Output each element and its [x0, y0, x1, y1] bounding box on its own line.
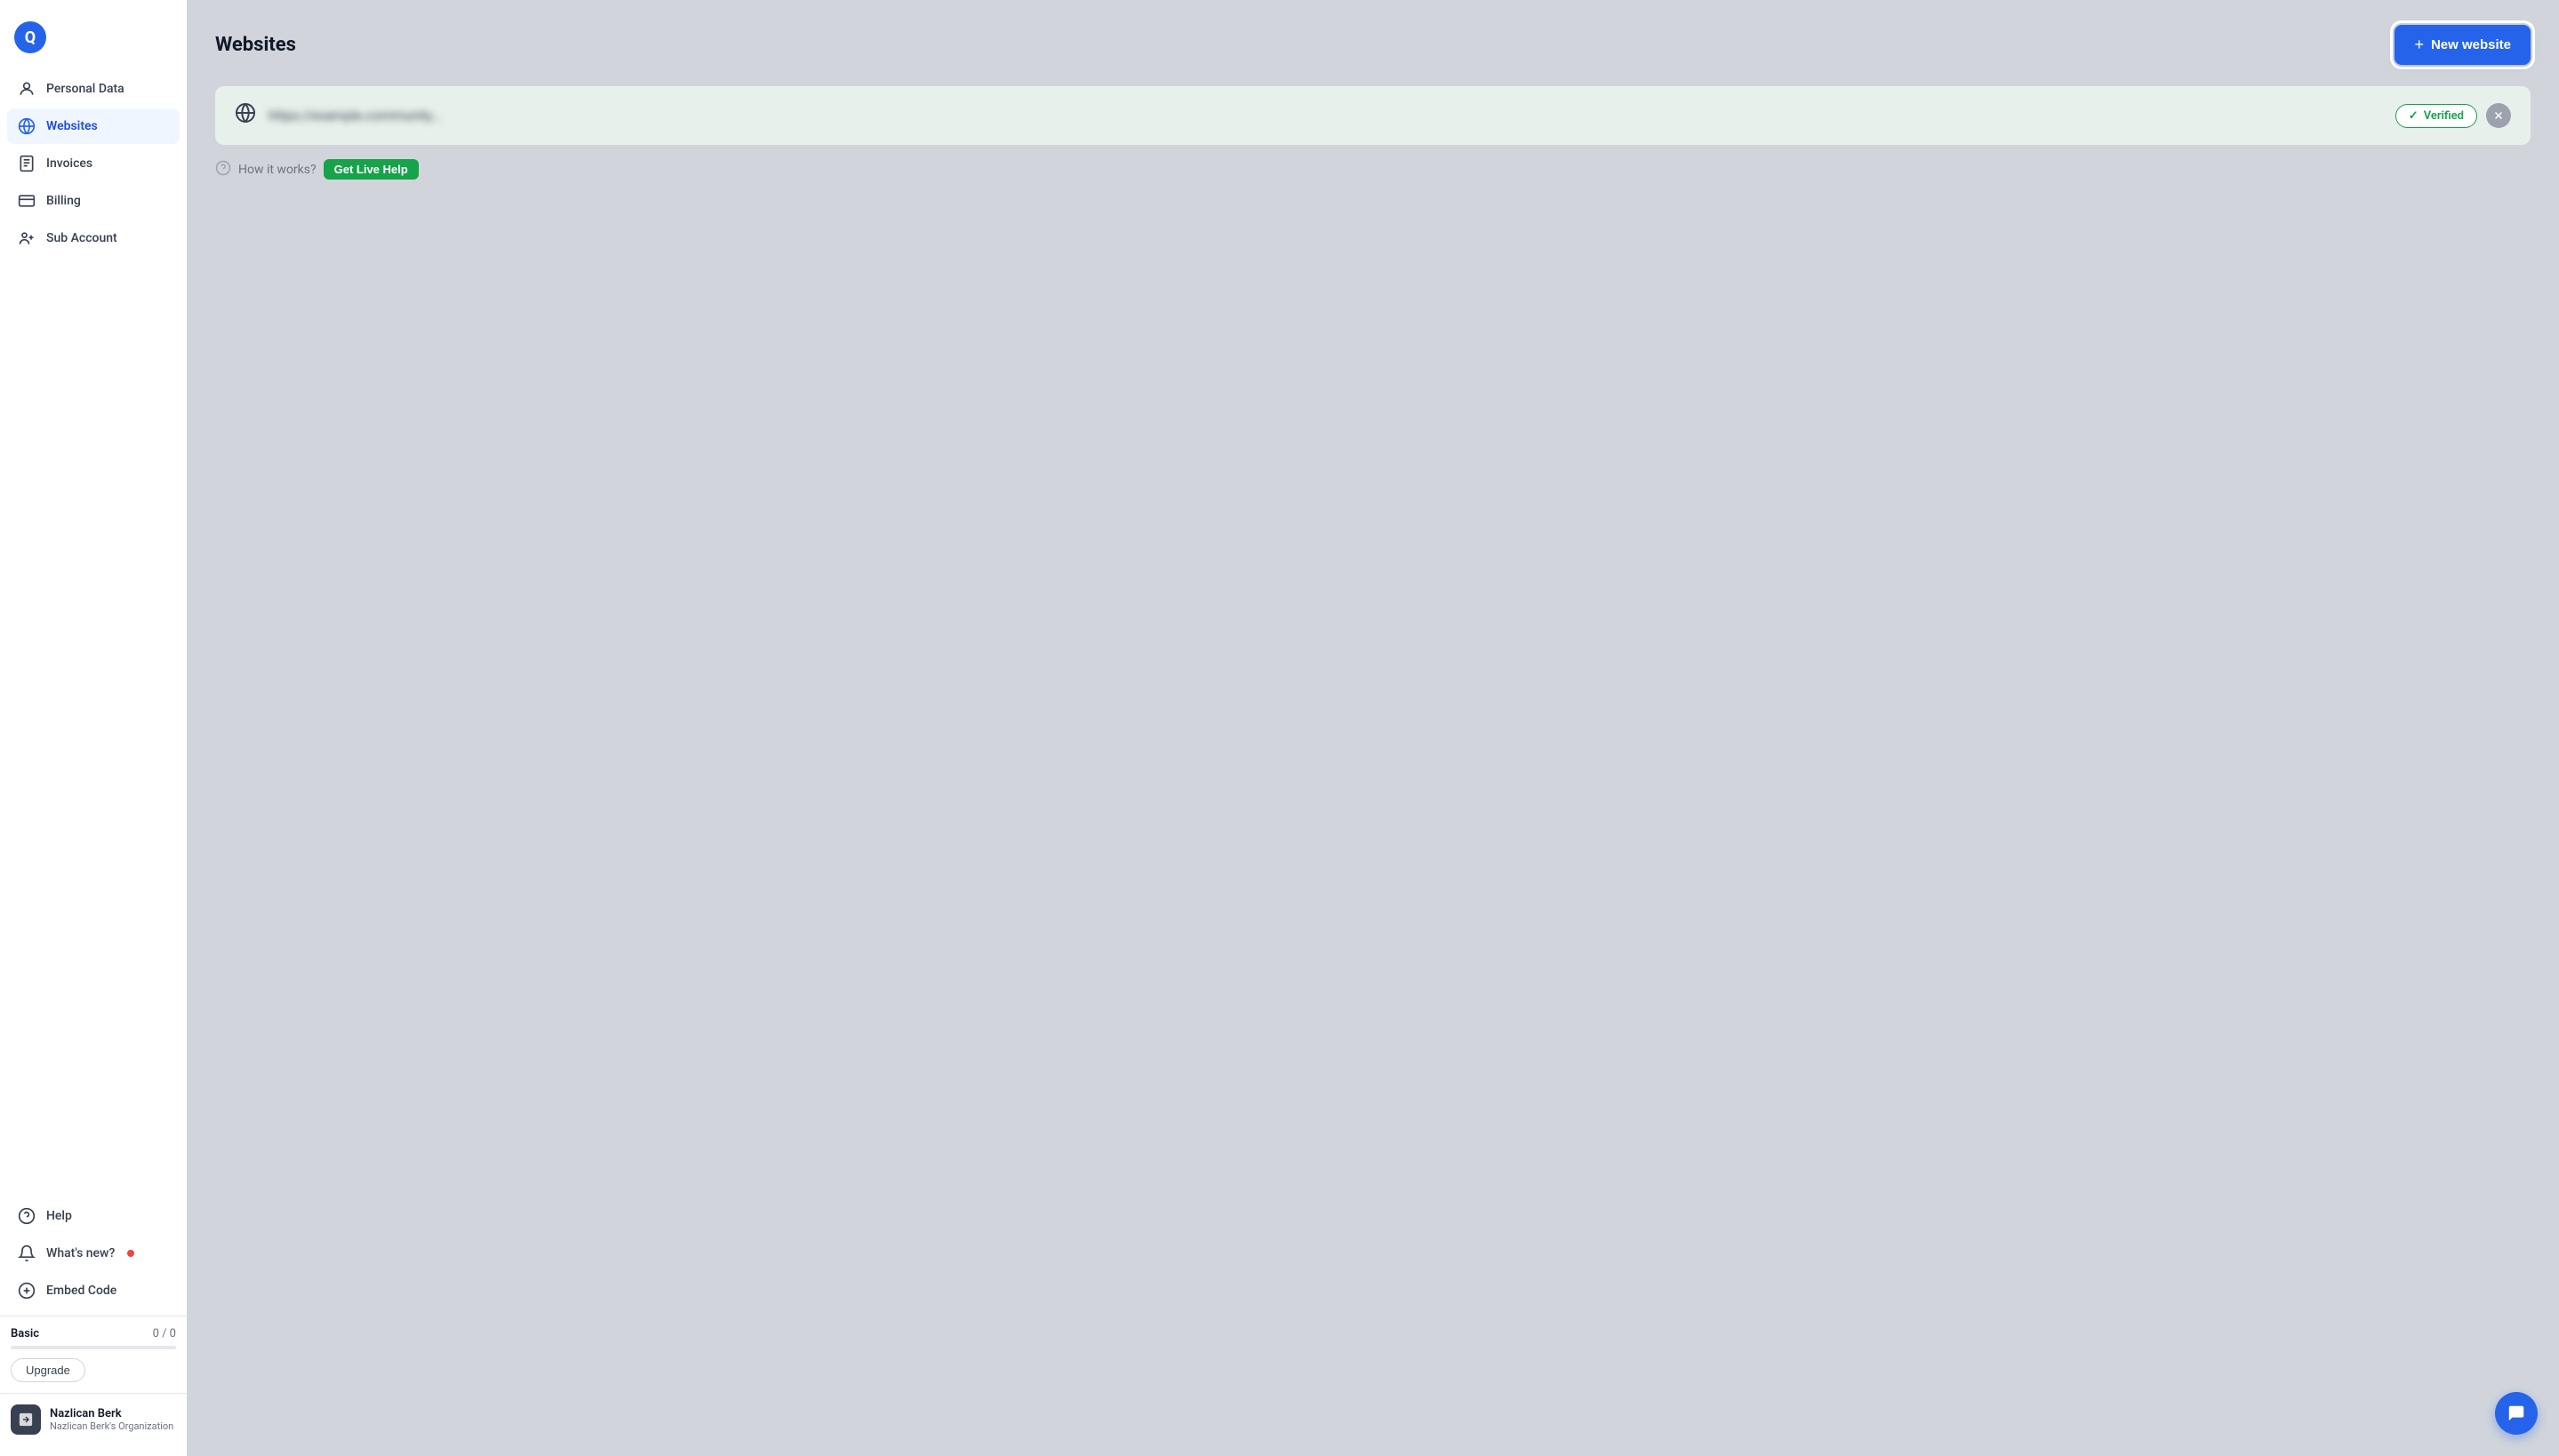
plan-progress-bar	[11, 1346, 176, 1349]
plan-name: Basic	[11, 1327, 39, 1340]
sidebar-bottom: Help What's new? Embed Code	[0, 1191, 187, 1308]
embed-icon	[18, 1282, 36, 1300]
sidebar-item-label: Personal Data	[46, 82, 124, 96]
website-url: https://example.community...	[269, 108, 442, 124]
page-header: Websites + New website	[215, 25, 2531, 65]
user-org: Nazlican Berk's Organization	[50, 1420, 173, 1432]
how-it-works-section: How it works? Get Live Help	[215, 159, 2531, 180]
plus-icon: +	[2414, 36, 2424, 54]
sidebar-item-billing[interactable]: Billing	[7, 183, 180, 219]
sidebar-nav: Personal Data Websites Invoices	[0, 71, 187, 1191]
help-icon	[18, 1207, 36, 1225]
sub-account-icon	[18, 229, 36, 247]
sidebar-item-label: Invoices	[46, 156, 92, 171]
check-icon: ✓	[2409, 109, 2419, 123]
logo[interactable]: Q	[0, 14, 187, 71]
verified-label: Verified	[2424, 109, 2464, 123]
sidebar: Q Personal Data Websites	[0, 0, 187, 1456]
page-title: Websites	[215, 34, 296, 56]
person-icon	[18, 80, 36, 98]
user-name: Nazlican Berk	[50, 1407, 173, 1420]
get-live-help-button[interactable]: Get Live Help	[324, 159, 419, 180]
billing-icon	[18, 192, 36, 210]
how-it-works-label: How it works?	[238, 163, 317, 177]
sidebar-item-label: Embed Code	[46, 1284, 116, 1298]
new-website-label: New website	[2431, 37, 2511, 52]
how-it-works-icon	[215, 160, 231, 180]
new-website-button[interactable]: + New website	[2395, 25, 2531, 65]
website-card: https://example.community... ✓ Verified	[215, 86, 2531, 145]
chat-button[interactable]	[2495, 1392, 2538, 1435]
bell-icon	[18, 1244, 36, 1262]
sidebar-item-label: What's new?	[46, 1246, 115, 1260]
verified-badge: ✓ Verified	[2395, 104, 2477, 128]
sidebar-item-label: Billing	[46, 194, 81, 208]
sidebar-item-whats-new[interactable]: What's new?	[7, 1236, 180, 1271]
user-info: Nazlican Berk Nazlican Berk's Organizati…	[50, 1407, 173, 1432]
avatar	[11, 1404, 41, 1435]
sidebar-item-invoices[interactable]: Invoices	[7, 146, 180, 181]
main-content: Websites + New website https://example.c…	[187, 0, 2559, 1456]
website-card-left: https://example.community...	[235, 102, 442, 129]
sidebar-item-help[interactable]: Help	[7, 1198, 180, 1234]
user-section: Nazlican Berk Nazlican Berk's Organizati…	[0, 1393, 187, 1442]
invoices-icon	[18, 155, 36, 172]
sidebar-item-sub-account[interactable]: Sub Account	[7, 220, 180, 256]
sidebar-item-websites[interactable]: Websites	[7, 108, 180, 144]
upgrade-button[interactable]: Upgrade	[11, 1358, 85, 1382]
globe-icon	[18, 117, 36, 135]
plan-section: Basic 0 / 0 Upgrade	[0, 1316, 187, 1393]
website-card-right: ✓ Verified	[2395, 103, 2511, 128]
sidebar-item-label: Sub Account	[46, 231, 117, 245]
plan-count: 0 / 0	[153, 1327, 176, 1340]
remove-website-button[interactable]	[2486, 103, 2511, 128]
sidebar-item-embed-code[interactable]: Embed Code	[7, 1273, 180, 1308]
sidebar-item-personal-data[interactable]: Personal Data	[7, 71, 180, 107]
website-globe-icon	[235, 102, 256, 129]
sidebar-item-label: Websites	[46, 119, 98, 133]
logo-circle: Q	[14, 21, 46, 53]
notification-dot	[127, 1250, 134, 1257]
sidebar-item-label: Help	[46, 1209, 72, 1223]
logo-text: Q	[25, 28, 36, 47]
